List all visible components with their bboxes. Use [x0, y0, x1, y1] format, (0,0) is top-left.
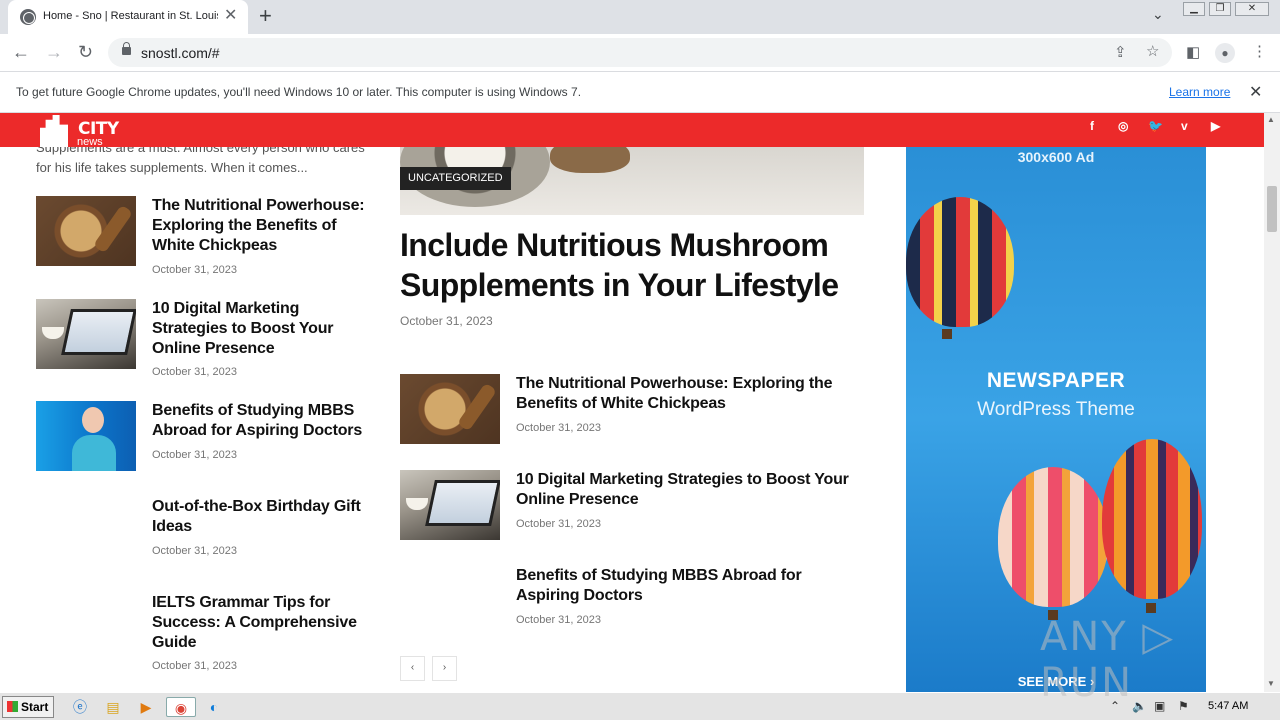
anyrun-watermark: ANY ▷ RUN [1040, 614, 1176, 706]
main-post-title[interactable]: Benefits of Studying MBBS Abroad for Asp… [516, 566, 864, 606]
left-post-title[interactable]: Benefits of Studying MBBS Abroad for Asp… [152, 401, 372, 441]
kebab-menu-icon[interactable]: ⋮ [1252, 44, 1267, 60]
new-tab-button[interactable]: + [259, 4, 272, 28]
prev-page-button[interactable]: ‹ [400, 656, 425, 681]
file-explorer-icon[interactable]: ▤ [101, 697, 125, 717]
left-post-title[interactable]: Out-of-the-Box Birthday Gift Ideas [152, 497, 382, 537]
site-logo[interactable]: CITY news [40, 115, 140, 148]
tab-search-chevron-icon[interactable]: ⌄ [1152, 6, 1164, 23]
bookmark-star-icon[interactable]: ☆ [1146, 44, 1159, 60]
left-post-date: October 31, 2023 [152, 545, 238, 557]
left-post-date: October 31, 2023 [152, 660, 238, 672]
ad-headline: NEWSPAPER [986, 369, 1126, 392]
chickpeas-thumbnail[interactable] [400, 374, 500, 444]
window-close-button[interactable]: ✕ [1235, 2, 1269, 16]
internet-explorer-icon[interactable]: ⓔ [68, 697, 92, 717]
marketing-thumbnail[interactable] [36, 299, 136, 369]
share-icon[interactable]: ⇪ [1114, 45, 1127, 61]
url-text[interactable]: snostl.com/# [141, 45, 220, 61]
restore-button[interactable]: ❐ [1209, 2, 1231, 16]
back-arrow-icon[interactable]: ← [12, 42, 30, 62]
chrome-taskbar-icon[interactable]: ◉ [166, 697, 196, 717]
next-page-button[interactable]: › [432, 656, 457, 681]
doctor-thumbnail[interactable] [36, 401, 136, 471]
scroll-up-icon[interactable]: ▲ [1267, 115, 1275, 124]
chickpeas-thumbnail[interactable] [36, 196, 136, 266]
balloon-graphic [1102, 439, 1202, 599]
main-post-date: October 31, 2023 [516, 518, 602, 530]
youtube-icon[interactable]: ▶ [1211, 119, 1220, 133]
balloon-basket [1146, 603, 1156, 613]
category-badge[interactable]: UNCATEGORIZED [400, 167, 511, 190]
infobar-message: To get future Google Chrome updates, you… [16, 85, 582, 99]
start-label: Start [21, 700, 49, 714]
scrollbar-thumb[interactable] [1267, 186, 1277, 232]
left-post-title[interactable]: The Nutritional Powerhouse: Exploring th… [152, 196, 382, 256]
sticky-header: CITY news f ◎ 🐦 v ▶ [0, 113, 1264, 148]
balloon-basket [942, 329, 952, 339]
windows-logo-icon [7, 701, 18, 712]
hero-post-date: October 31, 2023 [400, 314, 493, 328]
mushroom-image-part [550, 147, 630, 173]
facebook-icon[interactable]: f [1090, 119, 1094, 133]
browser-tab[interactable]: Home - Sno | Restaurant in St. Louis ✕ [8, 0, 248, 34]
main-post-title[interactable]: The Nutritional Powerhouse: Exploring th… [516, 374, 856, 414]
main-post-date: October 31, 2023 [516, 422, 602, 434]
update-infobar: To get future Google Chrome updates, you… [0, 71, 1280, 113]
learn-more-link[interactable]: Learn more [1169, 85, 1230, 99]
balloon-graphic [998, 467, 1108, 607]
left-post-date: October 31, 2023 [152, 264, 238, 276]
page-scrollbar[interactable]: ▲ ▼ [1264, 113, 1280, 692]
lock-icon[interactable] [122, 42, 131, 55]
reload-icon[interactable]: ↻ [78, 42, 93, 62]
profile-avatar-icon[interactable]: ● [1215, 43, 1235, 63]
web-page: CITY news f ◎ 🐦 v ▶ Supplements are a mu… [0, 113, 1264, 692]
sidebar-ad[interactable]: 300x600 Ad NEWSPAPER WordPress Theme SEE… [906, 147, 1206, 692]
forward-arrow-icon[interactable]: → [45, 42, 63, 62]
media-player-icon[interactable]: ▶ [134, 697, 158, 717]
left-post-date: October 31, 2023 [152, 449, 238, 461]
minimize-button[interactable]: ▁ [1183, 2, 1205, 16]
main-post-date: October 31, 2023 [516, 614, 602, 626]
left-post-date: October 31, 2023 [152, 366, 238, 378]
ad-subheadline: WordPress Theme [977, 399, 1135, 420]
address-bar[interactable]: snostl.com/# ⇪ ☆ [108, 38, 1172, 67]
balloon-graphic [906, 197, 1014, 327]
marketing-thumbnail[interactable] [400, 470, 500, 540]
infobar-close-icon[interactable]: ✕ [1249, 82, 1262, 102]
twitter-icon[interactable]: 🐦 [1148, 119, 1163, 133]
tab-strip: Home - Sno | Restaurant in St. Louis ✕ +… [0, 0, 1280, 34]
hero-post-title[interactable]: Include Nutritious Mushroom Supplements … [400, 225, 864, 305]
city-skyline-icon [40, 115, 68, 147]
main-post-title[interactable]: 10 Digital Marketing Strategies to Boost… [516, 470, 856, 510]
instagram-icon[interactable]: ◎ [1118, 119, 1128, 133]
left-post-title[interactable]: IELTS Grammar Tips for Success: A Compre… [152, 593, 372, 653]
start-button[interactable]: Start [2, 696, 54, 718]
tab-close-icon[interactable]: ✕ [224, 7, 237, 25]
side-panel-icon[interactable]: ◧ [1186, 45, 1200, 61]
edge-icon[interactable]: ◐ [202, 697, 226, 717]
browser-toolbar: ← → ↻ snostl.com/# ⇪ ☆ ◧ ● ⋮ [0, 34, 1280, 71]
left-post-title[interactable]: 10 Digital Marketing Strategies to Boost… [152, 299, 352, 359]
logo-news-text: news [77, 136, 103, 148]
globe-icon [20, 9, 36, 25]
tab-title: Home - Sno | Restaurant in St. Louis [43, 10, 218, 22]
ad-size-label: 300x600 Ad [1017, 149, 1095, 165]
vimeo-icon[interactable]: v [1181, 119, 1188, 133]
